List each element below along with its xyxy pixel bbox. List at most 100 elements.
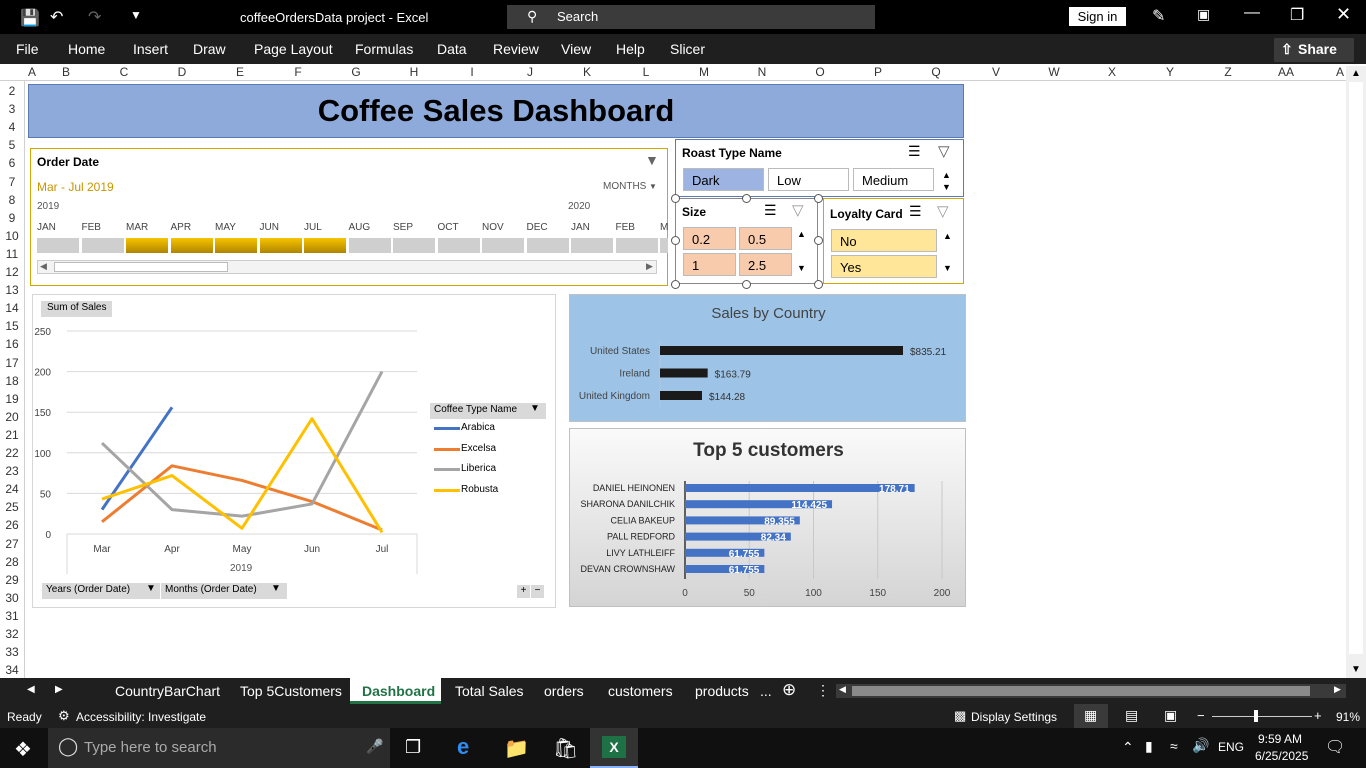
excel-taskbar-button[interactable]: X [590, 728, 638, 768]
page-layout-icon[interactable]: ▤ [1125, 707, 1138, 724]
tab-insert[interactable]: Insert [133, 41, 168, 57]
row-header[interactable]: 23 [0, 464, 24, 478]
timeline-period-bar[interactable] [526, 238, 569, 253]
resize-handle[interactable] [814, 194, 823, 203]
col-header[interactable]: Q [916, 65, 956, 79]
tab-review[interactable]: Review [493, 41, 539, 57]
zoom-level[interactable]: 91% [1336, 710, 1360, 724]
col-header[interactable]: W [1034, 65, 1074, 79]
scroll-up-icon[interactable]: ▲ [943, 231, 952, 241]
row-header[interactable]: 26 [0, 518, 24, 532]
tab-page-layout[interactable]: Page Layout [254, 41, 333, 57]
col-header[interactable]: K [567, 65, 607, 79]
scroll-right-icon[interactable]: ▶ [1334, 684, 1341, 695]
scroll-right-icon[interactable]: ▶ [646, 261, 653, 272]
row-header[interactable]: 32 [0, 627, 24, 641]
resize-handle[interactable] [814, 236, 823, 245]
timeline-period-bar[interactable] [615, 238, 658, 253]
sales-line-chart[interactable]: Sum of Sales 0 50 100 150 200 250 Mar Apr May Jun… [32, 294, 556, 608]
row-header[interactable]: 29 [0, 573, 24, 587]
size-slicer[interactable]: Size ☰ ▽ 0.2 0.5 1 2.5 ▲ ▼ [671, 194, 823, 289]
sign-in-button[interactable]: Sign in [1069, 7, 1126, 26]
timeline-period-bar[interactable] [170, 238, 213, 253]
search-box[interactable]: ⚲ Search [507, 5, 875, 29]
slicer-item-size[interactable]: 2.5 [739, 253, 792, 276]
zoom-out-icon[interactable]: − [1197, 708, 1205, 723]
row-header[interactable]: 27 [0, 537, 24, 551]
clock-date[interactable]: 6/25/2025 [1255, 749, 1308, 763]
row-header[interactable]: 31 [0, 609, 24, 623]
row-header[interactable]: 18 [0, 374, 24, 388]
row-header[interactable]: 10 [0, 229, 24, 243]
row-header[interactable]: 5 [0, 138, 24, 152]
row-header[interactable]: 15 [0, 319, 24, 333]
slicer-item-size[interactable]: 1 [683, 253, 736, 276]
filter-icon[interactable]: ▼ [146, 583, 156, 594]
row-header[interactable]: 12 [0, 265, 24, 279]
col-header[interactable]: C [104, 65, 144, 79]
scroll-left-icon[interactable]: ◀ [839, 684, 846, 695]
page-break-icon[interactable]: ▣ [1164, 707, 1177, 724]
row-header[interactable]: 3 [0, 102, 24, 116]
prev-sheet-icon[interactable]: ◀ [27, 684, 35, 695]
notifications-icon[interactable]: 🗨 [1325, 737, 1345, 757]
timeline-period-bar[interactable] [482, 238, 524, 253]
col-header[interactable]: Z [1208, 65, 1248, 79]
slicer-item-size[interactable]: 0.2 [683, 227, 736, 250]
row-header[interactable]: 6 [0, 156, 24, 170]
timeline-period-bar[interactable] [126, 238, 168, 253]
col-header[interactable]: X [1092, 65, 1132, 79]
row-header[interactable]: 4 [0, 120, 24, 134]
timeline-period-bar[interactable] [437, 238, 480, 253]
filter-months-button[interactable]: Months (Order Date) ▼ [161, 583, 287, 599]
timeline-period-bar[interactable] [348, 238, 391, 253]
row-header[interactable]: 14 [0, 301, 24, 315]
slicer-item-medium[interactable]: Medium [853, 168, 934, 191]
col-header[interactable]: H [394, 65, 434, 79]
battery-icon[interactable]: ▮ [1145, 738, 1153, 755]
scroll-up-icon[interactable]: ▲ [797, 229, 806, 239]
ribbon-display-icon[interactable]: ▣ [1197, 6, 1210, 23]
slicer-item-no[interactable]: No [831, 229, 937, 252]
resize-handle[interactable] [671, 194, 680, 203]
options-icon[interactable]: ⋮ [816, 682, 830, 699]
clear-filter-icon[interactable]: ▽ [937, 202, 949, 220]
tab-home[interactable]: Home [68, 41, 105, 57]
row-header[interactable]: 2 [0, 84, 24, 98]
network-icon[interactable]: ≈ [1170, 738, 1178, 754]
row-header[interactable]: 34 [0, 663, 24, 677]
filter-years-button[interactable]: Years (Order Date) ▼ [42, 583, 160, 599]
row-header[interactable]: 16 [0, 337, 24, 351]
slicer-item-dark[interactable]: Dark [683, 168, 764, 191]
sheet-tab-countrybarchart[interactable]: CountryBarChart [115, 683, 220, 699]
col-header[interactable]: P [858, 65, 898, 79]
row-header[interactable]: 17 [0, 356, 24, 370]
tab-file[interactable]: File [16, 41, 39, 57]
save-icon[interactable]: 💾 [20, 8, 40, 28]
resize-handle[interactable] [742, 280, 751, 289]
resize-handle[interactable] [742, 194, 751, 203]
multi-select-icon[interactable]: ☰ [908, 143, 921, 160]
windows-start-icon[interactable]: ❖ [14, 737, 32, 762]
next-sheet-icon[interactable]: ▶ [55, 684, 63, 695]
volume-icon[interactable]: 🔊 [1192, 737, 1209, 754]
sheet-tab-total-sales[interactable]: Total Sales [455, 683, 523, 699]
clock-time[interactable]: 9:59 AM [1258, 732, 1302, 746]
add-sheet-icon[interactable]: ⊕ [782, 680, 796, 700]
filter-icon[interactable]: ▼ [530, 403, 540, 414]
row-header[interactable]: 33 [0, 645, 24, 659]
scroll-down-icon[interactable]: ▼ [797, 263, 806, 273]
customize-toolbar-icon[interactable]: ▼ [130, 8, 142, 22]
tab-data[interactable]: Data [437, 41, 467, 57]
timeline-period-bar[interactable] [215, 238, 257, 253]
clear-filter-icon[interactable]: ▽ [938, 142, 950, 160]
zoom-in-icon[interactable]: + [1314, 708, 1322, 723]
timeline-period-bar[interactable] [304, 238, 346, 253]
zoom-slider[interactable] [1212, 716, 1312, 717]
col-header[interactable]: B [46, 65, 86, 79]
col-header[interactable]: M [684, 65, 724, 79]
microphone-icon[interactable]: 🎤 [366, 738, 383, 755]
accessibility-icon[interactable]: ⚙ [58, 708, 70, 724]
scroll-down-icon[interactable]: ▼ [943, 263, 952, 273]
display-settings-icon[interactable]: ▩ [954, 708, 966, 724]
